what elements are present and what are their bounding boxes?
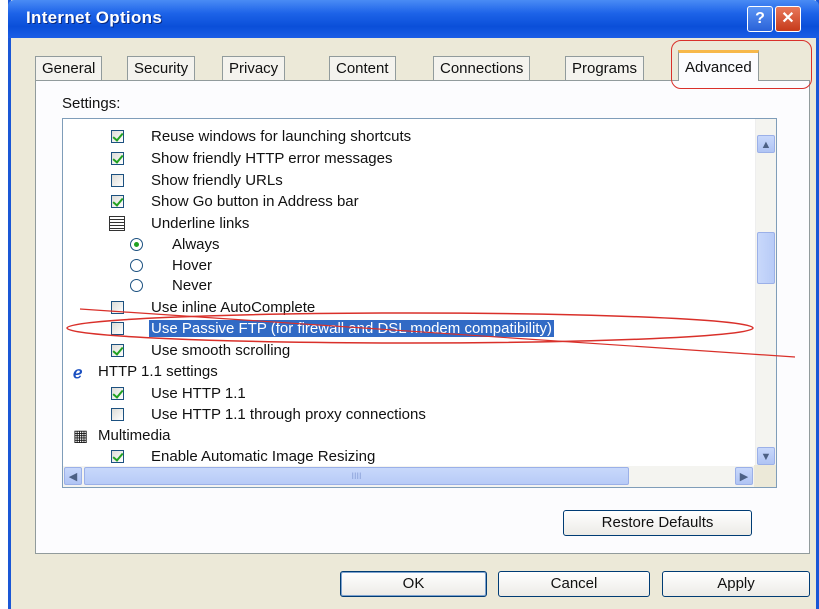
ie-icon: ℯ [73, 365, 83, 382]
group-label: Multimedia [98, 427, 171, 444]
help-icon[interactable]: ? [747, 6, 773, 32]
tab-security[interactable]: Security [127, 56, 196, 80]
checkbox[interactable] [111, 450, 124, 463]
list-icon [109, 216, 125, 231]
setting-go-button[interactable]: Show Go button in Address bar [111, 191, 359, 213]
setting-label: Reuse windows for launching shortcuts [151, 128, 412, 145]
scroll-right-icon[interactable]: ▶ [735, 467, 753, 485]
group-label: Underline links [151, 215, 250, 232]
checkbox[interactable] [111, 301, 124, 314]
scroll-left-icon[interactable]: ◀ [64, 467, 82, 485]
radio-button[interactable] [130, 279, 143, 292]
setting-label: Show friendly HTTP error messages [151, 150, 393, 167]
tab-programs[interactable]: Programs [565, 56, 645, 80]
scroll-up-icon[interactable]: ▲ [757, 135, 775, 153]
setting-image-resizing[interactable]: Enable Automatic Image Resizing [111, 446, 375, 468]
setting-reuse-windows[interactable]: Reuse windows for launching shortcuts [111, 126, 411, 148]
scroll-down-icon[interactable]: ▼ [757, 447, 775, 465]
setting-label: Show Go button in Address bar [151, 193, 359, 210]
setting-inline-autocomplete[interactable]: Use inline AutoComplete [111, 297, 315, 319]
setting-http11-proxy[interactable]: Use HTTP 1.1 through proxy connections [111, 404, 426, 426]
setting-label: Enable Automatic Image Resizing [151, 448, 376, 465]
close-icon[interactable]: ✕ [775, 6, 801, 32]
setting-friendly-urls[interactable]: Show friendly URLs [111, 170, 283, 192]
restore-defaults-button[interactable]: Restore Defaults [563, 510, 752, 536]
setting-label: Use HTTP 1.1 [151, 385, 246, 402]
group-http-settings: ℯ HTTP 1.1 settings [73, 361, 218, 383]
scrollbar-corner [754, 465, 776, 487]
tab-content[interactable]: Content [329, 56, 396, 80]
setting-label: Use inline AutoComplete [151, 299, 316, 316]
setting-label: Use HTTP 1.1 through proxy connections [151, 406, 426, 423]
setting-label: Show friendly URLs [151, 172, 283, 189]
tab-privacy[interactable]: Privacy [222, 56, 286, 80]
horizontal-scrollbar[interactable]: ◀ IIII ▶ [63, 466, 756, 487]
tab-connections[interactable]: Connections [433, 56, 531, 80]
settings-list[interactable]: Reuse windows for launching shortcuts Sh… [62, 118, 777, 488]
checkbox[interactable] [111, 130, 124, 143]
checkbox[interactable] [111, 322, 124, 335]
window-title: Internet Options [26, 8, 163, 27]
radio-button[interactable] [130, 259, 143, 272]
multimedia-icon: ▦ [73, 428, 89, 445]
vertical-scrollbar[interactable]: ▲ ▼ [755, 119, 776, 466]
title-bar[interactable]: Internet Options ? ✕ [8, 0, 819, 38]
group-multimedia: ▦ Multimedia [73, 425, 171, 447]
radio-label: Hover [172, 257, 213, 274]
horizontal-scroll-thumb[interactable]: IIII [84, 467, 629, 485]
group-label: HTTP 1.1 settings [98, 363, 218, 380]
group-underline-links: Underline links [109, 213, 249, 235]
checkbox[interactable] [111, 408, 124, 421]
setting-passive-ftp[interactable]: Use Passive FTP (for firewall and DSL mo… [111, 318, 554, 340]
setting-use-http11[interactable]: Use HTTP 1.1 [111, 383, 246, 405]
radio-label: Never [172, 277, 213, 294]
settings-label: Settings: [62, 95, 121, 112]
cancel-button[interactable]: Cancel [498, 571, 650, 597]
setting-smooth-scrolling[interactable]: Use smooth scrolling [111, 340, 290, 362]
checkbox[interactable] [111, 387, 124, 400]
checkbox[interactable] [111, 344, 124, 357]
setting-friendly-http-errors[interactable]: Show friendly HTTP error messages [111, 148, 392, 170]
vertical-scroll-thumb[interactable] [757, 232, 775, 284]
setting-label: Use smooth scrolling [151, 342, 291, 359]
radio-button[interactable] [130, 238, 143, 251]
setting-label-selected: Use Passive FTP (for firewall and DSL mo… [149, 320, 554, 337]
checkbox[interactable] [111, 174, 124, 187]
tab-general[interactable]: General [35, 56, 103, 80]
radio-never[interactable]: Never [130, 275, 212, 297]
advanced-tab-annotation [671, 40, 812, 89]
checkbox[interactable] [111, 152, 124, 165]
ok-button[interactable]: OK [340, 571, 487, 597]
radio-always[interactable]: Always [130, 234, 220, 256]
apply-button[interactable]: Apply [662, 571, 810, 597]
checkbox[interactable] [111, 195, 124, 208]
radio-hover[interactable]: Hover [130, 255, 212, 277]
radio-label: Always [172, 236, 220, 253]
